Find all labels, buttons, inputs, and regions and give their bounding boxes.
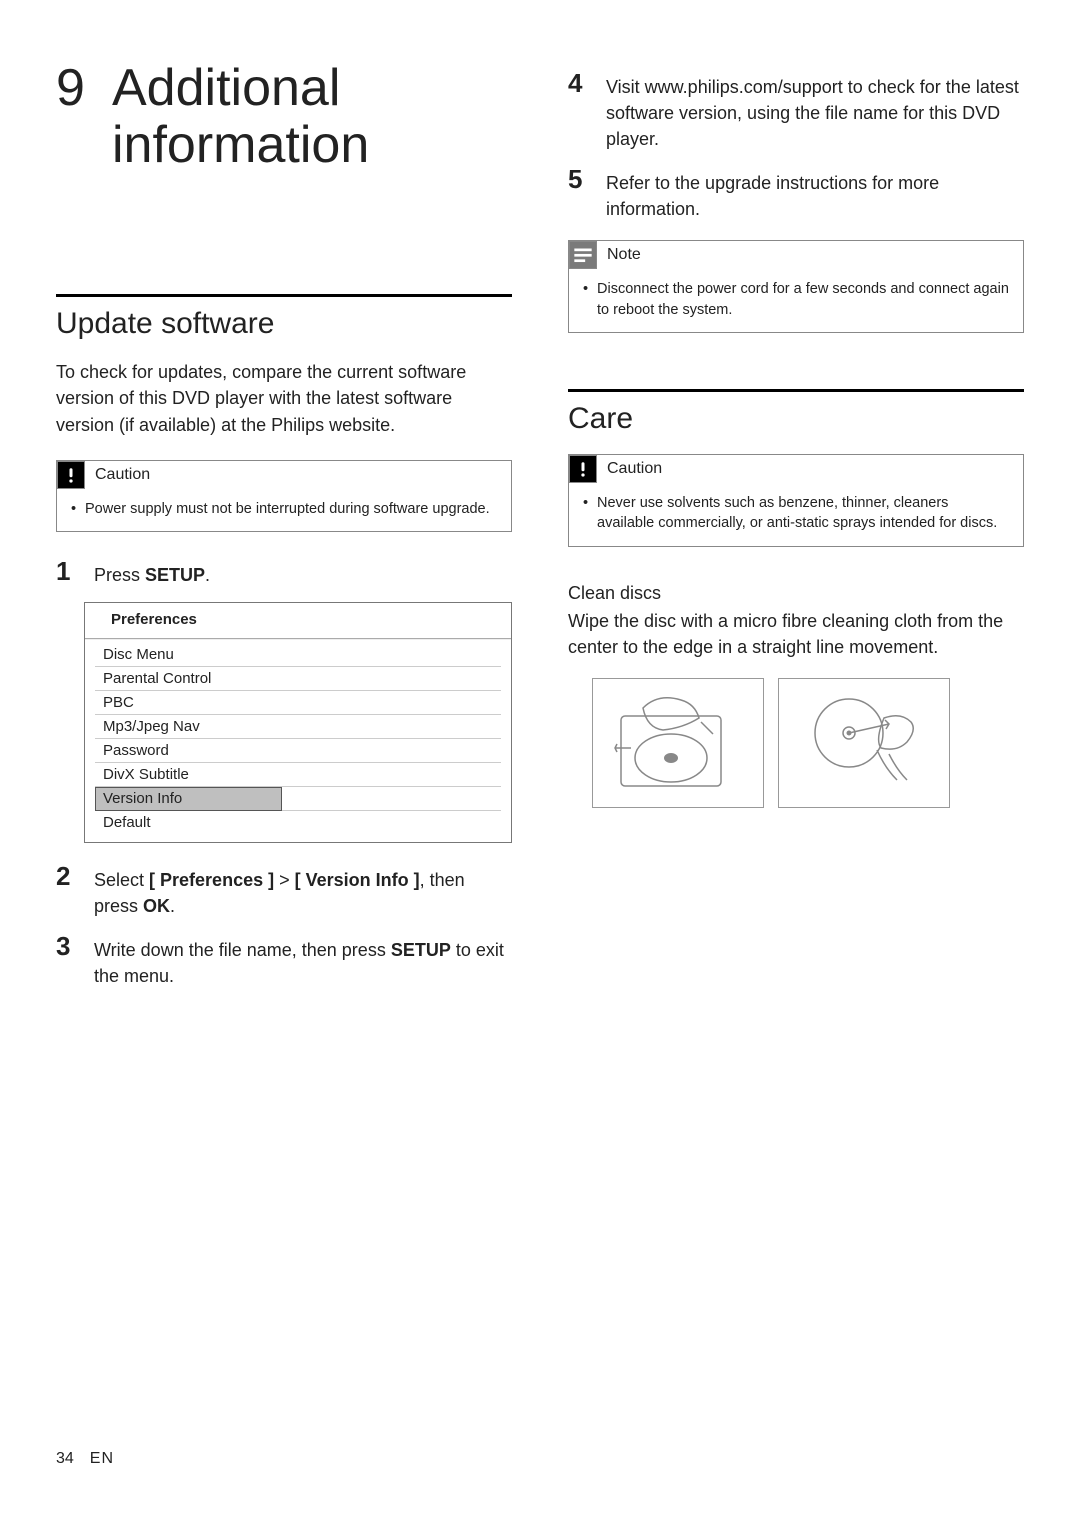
caution-label: Caution — [95, 466, 150, 484]
page-footer: 34 EN — [0, 1450, 1080, 1468]
caution-item: Power supply must not be interrupted dur… — [71, 499, 497, 519]
menu-item-value — [282, 691, 501, 715]
chapter-heading: Additional information — [112, 60, 512, 174]
menu-item: DivX Subtitle — [95, 763, 501, 787]
menu-item-label: Default — [95, 811, 282, 834]
right-column: 4 Visit www.philips.com/support to check… — [568, 60, 1024, 1420]
setup-menu-screenshot: Preferences Disc MenuParental ControlPBC… — [84, 602, 512, 843]
clean-discs-text: Wipe the disc with a micro fibre cleanin… — [568, 608, 1024, 660]
step-number: 5 — [568, 166, 592, 222]
menu-item-value — [282, 763, 501, 787]
page-number: 34 — [56, 1450, 74, 1468]
menu-item-value — [282, 667, 501, 691]
menu-item-label: Password — [95, 739, 282, 763]
step-number: 1 — [56, 558, 80, 588]
menu-item: Password — [95, 739, 501, 763]
step-text: Press SETUP. — [94, 558, 210, 588]
menu-item-label: DivX Subtitle — [95, 763, 282, 787]
step-number: 3 — [56, 933, 80, 989]
illustration-disc-in-case — [592, 678, 764, 808]
step-text: Refer to the upgrade instructions for mo… — [606, 166, 1024, 222]
caution-header: Caution — [57, 461, 511, 489]
step-text: Select [ Preferences ] > [ Version Info … — [94, 863, 512, 919]
menu-header: Preferences — [85, 603, 511, 638]
menu-item: Parental Control — [95, 667, 501, 691]
menu-item-value — [282, 739, 501, 763]
step-number: 4 — [568, 70, 592, 152]
caution-label: Caution — [607, 460, 662, 478]
section-care: Care — [568, 402, 1024, 436]
caution-body: Power supply must not be interrupted dur… — [57, 489, 511, 531]
note-icon — [569, 241, 597, 269]
divider — [56, 294, 512, 297]
note-header: Note — [569, 241, 1023, 269]
step-text: Write down the file name, then press SET… — [94, 933, 512, 989]
menu-item-value — [282, 715, 501, 739]
note-body: Disconnect the power cord for a few seco… — [569, 269, 1023, 332]
chapter-title: 9 Additional information — [56, 60, 512, 174]
menu-item: Disc Menu — [95, 643, 501, 667]
step-4: 4 Visit www.philips.com/support to check… — [568, 70, 1024, 152]
menu-item-value — [282, 643, 501, 667]
menu-list: Disc MenuParental ControlPBCMp3/Jpeg Nav… — [85, 639, 511, 842]
menu-item-label: Mp3/Jpeg Nav — [95, 715, 282, 739]
menu-item-label: Version Info — [95, 787, 282, 811]
caution-item: Never use solvents such as benzene, thin… — [583, 493, 1009, 534]
menu-item: Mp3/Jpeg Nav — [95, 715, 501, 739]
caution-box-care: Caution Never use solvents such as benze… — [568, 454, 1024, 547]
section-update-software: Update software — [56, 307, 512, 341]
step-1: 1 Press SETUP. — [56, 558, 512, 588]
menu-item-value — [282, 787, 501, 811]
note-box: Note Disconnect the power cord for a few… — [568, 240, 1024, 333]
exclamation-icon — [57, 461, 85, 489]
language-code: EN — [90, 1450, 114, 1468]
exclamation-icon — [569, 455, 597, 483]
clean-discs-heading: Clean discs — [568, 583, 1024, 604]
menu-item-label: PBC — [95, 691, 282, 715]
caution-body: Never use solvents such as benzene, thin… — [569, 483, 1023, 546]
step-2: 2 Select [ Preferences ] > [ Version Inf… — [56, 863, 512, 919]
intro-text: To check for updates, compare the curren… — [56, 359, 512, 437]
menu-item-label: Parental Control — [95, 667, 282, 691]
chapter-number: 9 — [56, 60, 112, 174]
illustration-row — [592, 678, 1024, 808]
left-column: 9 Additional information Update software… — [56, 60, 512, 1420]
caution-header: Caution — [569, 455, 1023, 483]
step-number: 2 — [56, 863, 80, 919]
divider — [568, 389, 1024, 392]
caution-box: Caution Power supply must not be interru… — [56, 460, 512, 532]
menu-item: PBC — [95, 691, 501, 715]
step-text: Visit www.philips.com/support to check f… — [606, 70, 1024, 152]
menu-item-label: Disc Menu — [95, 643, 282, 667]
step-5: 5 Refer to the upgrade instructions for … — [568, 166, 1024, 222]
illustration-wipe-disc — [778, 678, 950, 808]
menu-item-value — [282, 811, 501, 834]
menu-item: Version Info — [95, 787, 501, 811]
note-label: Note — [607, 246, 641, 264]
menu-item: Default — [95, 811, 501, 834]
note-item: Disconnect the power cord for a few seco… — [583, 279, 1009, 320]
step-3: 3 Write down the file name, then press S… — [56, 933, 512, 989]
